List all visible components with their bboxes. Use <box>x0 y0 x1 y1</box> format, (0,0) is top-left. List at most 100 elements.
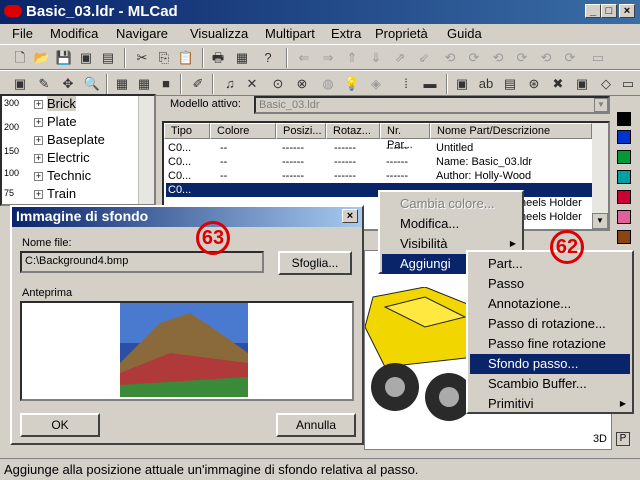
light-icon[interactable]: ◍ <box>318 74 338 94</box>
rotate-z-icon[interactable]: ⟲ <box>488 48 508 68</box>
zoom-icon[interactable]: 🔍 <box>82 74 102 94</box>
snap-off-icon[interactable]: ⊗ <box>292 74 312 94</box>
pencil-icon[interactable]: ✐ <box>188 74 208 94</box>
col-header-colore[interactable]: Colore <box>210 123 276 139</box>
palette-p-icon[interactable]: P <box>616 432 630 446</box>
delete-icon[interactable]: ✕ <box>242 74 262 94</box>
move-in-icon[interactable]: ⇗ <box>390 48 410 68</box>
zoom-100-icon[interactable]: 100 <box>4 168 19 178</box>
zoom-75-icon[interactable]: 75 <box>4 188 14 198</box>
help-icon[interactable]: ? <box>258 48 278 68</box>
menu-item-sfondo-passo[interactable]: Sfondo passo... <box>470 354 630 374</box>
preview-icon[interactable]: ▦ <box>232 48 252 68</box>
col-header-nome[interactable]: Nome Part/Descrizione <box>430 123 592 139</box>
rotate-xy-icon[interactable]: ⟳ <box>512 48 532 68</box>
camera-icon[interactable]: ◈ <box>366 74 386 94</box>
expand-icon[interactable]: + <box>34 172 43 181</box>
color-swatch[interactable] <box>617 170 631 184</box>
zoom-150-icon[interactable]: 150 <box>4 146 19 156</box>
rotate-x-icon[interactable]: ⟲ <box>440 48 460 68</box>
cancel-button[interactable]: Annulla <box>276 413 356 437</box>
col-header-nr[interactable]: Nr. Par... <box>380 123 430 151</box>
menu-extra[interactable]: Extra <box>331 26 361 41</box>
tree-item[interactable]: + Plate <box>34 114 77 129</box>
expand-icon[interactable]: + <box>34 136 43 145</box>
copy-icon[interactable]: ⎘ <box>154 48 174 68</box>
expand-icon[interactable]: + <box>34 190 43 199</box>
ok-button[interactable]: OK <box>20 413 100 437</box>
tree-item[interactable]: + Brick <box>34 96 76 111</box>
menu-item-annotazione[interactable]: Annotazione... <box>470 294 630 314</box>
part-tree[interactable]: 300 200 150 100 75 + Brick + Plate + Basepl… <box>0 94 156 206</box>
menu-item-passo-fine-rotazione[interactable]: Passo fine rotazione <box>470 334 630 354</box>
table-row[interactable]: C0... -- ------ ------ ------ Name: Basi… <box>166 155 592 169</box>
tree-item[interactable]: + Train <box>34 186 76 201</box>
zoom-300-icon[interactable]: 300 <box>4 98 19 108</box>
buffer-icon[interactable]: ◇ <box>596 74 616 94</box>
menu-guida[interactable]: Guida <box>447 26 482 41</box>
menu-modifica[interactable]: Modifica <box>50 26 98 41</box>
insert-part-icon[interactable]: ▣ <box>452 74 472 94</box>
cut-icon[interactable]: ✂ <box>132 48 152 68</box>
color-swatch[interactable] <box>617 210 631 224</box>
expand-icon[interactable]: + <box>34 100 43 109</box>
expand-icon[interactable]: + <box>34 154 43 163</box>
color-swatch[interactable] <box>617 230 631 244</box>
tree-scrollbar[interactable] <box>138 96 154 204</box>
close-button[interactable]: × <box>619 4 635 18</box>
table-row[interactable]: C0... -- ------ ------ ------ Author: Ho… <box>166 169 592 183</box>
file-path-field[interactable]: C:\Background4.bmp <box>20 251 264 273</box>
move-up-icon[interactable]: ⇑ <box>342 48 362 68</box>
color-swatch[interactable] <box>617 112 631 126</box>
move-icon[interactable]: ✥ <box>58 74 78 94</box>
rotate-y-icon[interactable]: ⟳ <box>464 48 484 68</box>
end-rotation-icon[interactable]: ✖ <box>548 74 568 94</box>
menu-navigare[interactable]: Navigare <box>116 26 168 41</box>
table-scrollbar[interactable]: ▼ <box>592 123 608 229</box>
model-select[interactable]: Basic_03.ldr ▼ <box>254 96 610 114</box>
menu-item-part[interactable]: Part... <box>470 254 630 274</box>
layout-icon[interactable]: ▦ <box>112 74 132 94</box>
chevron-down-icon[interactable]: ▼ <box>594 98 608 112</box>
move-left-icon[interactable]: ⇐ <box>294 48 314 68</box>
scroll-down-icon[interactable]: ▼ <box>592 213 608 229</box>
move-out-icon[interactable]: ⇙ <box>414 48 434 68</box>
menu-item-cambia-colore[interactable]: Cambia colore... <box>382 194 520 214</box>
expand-icon[interactable]: + <box>34 118 43 127</box>
col-header-rotazione[interactable]: Rotaz... <box>326 123 380 139</box>
col-header-posizione[interactable]: Posizi... <box>276 123 326 139</box>
fill-icon[interactable]: ■ <box>156 74 176 94</box>
open-icon[interactable]: 📂 <box>32 48 52 68</box>
save-all-icon[interactable]: ▣ <box>76 48 96 68</box>
rotation-step-icon[interactable]: ⊛ <box>524 74 544 94</box>
rotate-yz-icon[interactable]: ⟲ <box>536 48 556 68</box>
paste-icon[interactable]: 📋 <box>176 48 196 68</box>
color-swatch[interactable] <box>617 190 631 204</box>
grid-icon[interactable]: ▭ <box>588 48 608 68</box>
minimize-button[interactable]: _ <box>585 4 601 18</box>
text-icon[interactable]: ab <box>476 74 496 94</box>
bulb-icon[interactable]: 💡 <box>342 74 362 94</box>
primitive-icon[interactable]: ▭ <box>618 74 638 94</box>
close-icon[interactable]: × <box>342 209 358 223</box>
tree-item[interactable]: + Baseplate <box>34 132 105 147</box>
menu-item-scambio-buffer[interactable]: Scambio Buffer... <box>470 374 630 394</box>
tree-item[interactable]: + Technic <box>34 168 91 183</box>
menu-proprieta[interactable]: Proprietà <box>375 26 428 41</box>
step-icon[interactable]: ▤ <box>500 74 520 94</box>
part-icon[interactable]: ▬ <box>420 74 440 94</box>
print-icon[interactable]: 🖶 <box>208 48 228 68</box>
color-swatch[interactable] <box>617 130 631 144</box>
edit-icon[interactable]: ✎ <box>34 74 54 94</box>
move-down-icon[interactable]: ⇓ <box>366 48 386 68</box>
rotate-zx-icon[interactable]: ⟳ <box>560 48 580 68</box>
save-icon[interactable]: 💾 <box>54 48 74 68</box>
properties-icon[interactable]: ▤ <box>98 48 118 68</box>
menu-item-passo[interactable]: Passo <box>470 274 630 294</box>
new-icon[interactable]: 🗋 <box>10 48 30 68</box>
color-swatch[interactable] <box>617 150 631 164</box>
view-icon[interactable]: ▣ <box>10 74 30 94</box>
menu-file[interactable]: File <box>12 26 33 41</box>
table-icon[interactable]: ▦ <box>134 74 154 94</box>
menu-item-modifica[interactable]: Modifica... <box>382 214 520 234</box>
